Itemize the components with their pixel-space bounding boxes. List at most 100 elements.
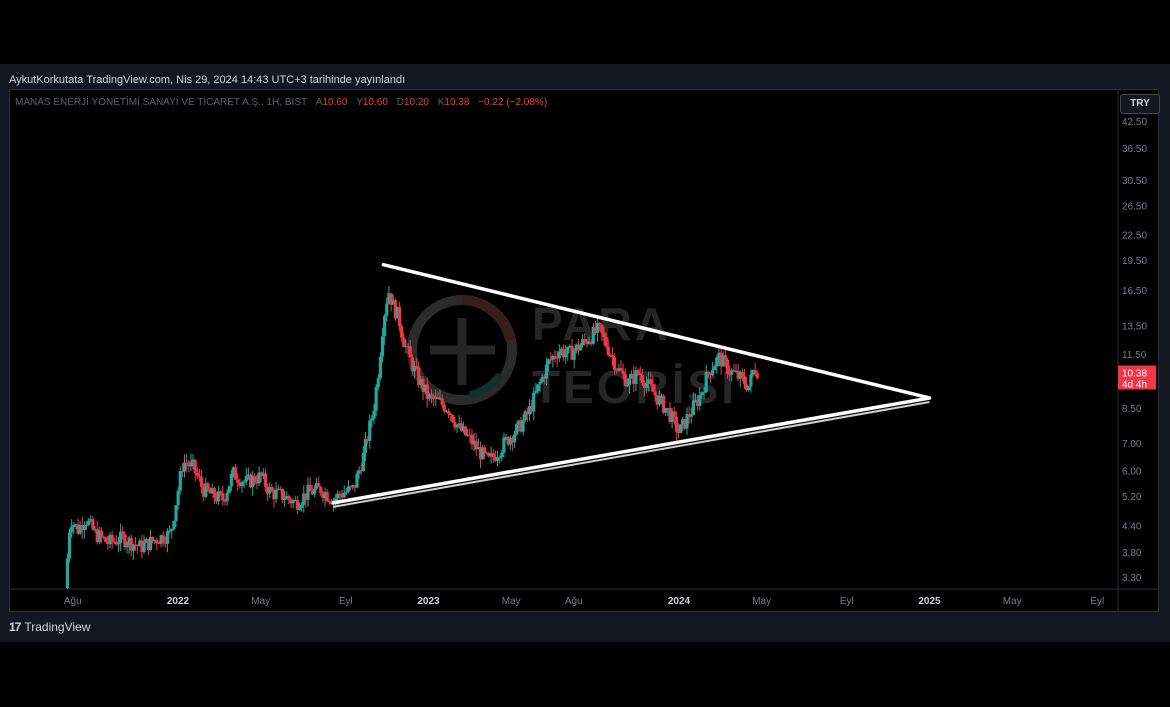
candle-down xyxy=(638,373,642,376)
candle-up xyxy=(300,504,304,508)
candle-up xyxy=(165,531,170,544)
time-tick-label: Eyl xyxy=(339,596,353,607)
candle-down xyxy=(553,355,557,358)
candle-down xyxy=(449,413,453,416)
symbol-name: MANAS ENERJİ YÖNETİMİ SANAYİ VE TİCARET … xyxy=(15,97,307,108)
candle-down xyxy=(221,493,225,501)
candle-down xyxy=(429,394,434,396)
time-axis[interactable]: Ağu 2022 May Eyl 2023 May Ağu 2024 May Eyl 2025 May… xyxy=(64,596,1104,607)
candle-down xyxy=(723,355,727,360)
candle-up xyxy=(176,490,180,506)
candle-down xyxy=(287,495,291,500)
candle-up xyxy=(168,530,172,532)
candle-up xyxy=(342,492,346,498)
candle-up xyxy=(515,424,519,435)
candle-down xyxy=(451,415,455,422)
candle-down xyxy=(613,356,617,370)
candle-up xyxy=(229,474,233,487)
price-tick-label: 26.50 xyxy=(1122,201,1147,212)
candle-up xyxy=(370,418,374,421)
candle-down xyxy=(193,459,197,473)
candle-up xyxy=(502,437,506,453)
candle-down xyxy=(219,491,223,494)
candle-down xyxy=(104,537,108,542)
candle-down xyxy=(234,467,238,480)
candle-up xyxy=(710,370,715,376)
price-tick-label: 11.50 xyxy=(1122,350,1147,361)
time-tick-label: Ağu xyxy=(565,596,583,607)
candle-down xyxy=(463,426,468,436)
candle-up xyxy=(312,488,316,495)
candle-down xyxy=(742,376,747,385)
candle-up xyxy=(749,374,753,387)
candle-up xyxy=(691,400,696,415)
candle-down xyxy=(621,370,625,374)
candle-up xyxy=(521,420,525,432)
candle-up xyxy=(297,507,302,510)
candle-down xyxy=(110,534,114,542)
symbol-legend: MANAS ENERJİ YÖNETİMİ SANAYİ VE TİCARET … xyxy=(15,97,547,108)
candle-up xyxy=(361,452,365,472)
candle-down xyxy=(263,473,268,487)
open-value: 10.60 xyxy=(322,97,348,108)
candle-up xyxy=(84,524,89,526)
candle-up xyxy=(65,558,70,589)
candle-up xyxy=(538,381,542,385)
watermark-arc-red xyxy=(461,295,515,342)
candle-up xyxy=(644,383,649,388)
candle-down xyxy=(91,519,95,530)
countdown-value: 4d 4h xyxy=(1122,380,1147,391)
candle-up xyxy=(116,543,121,545)
price-tick-label: 5.20 xyxy=(1122,492,1142,503)
tradingview-logo[interactable]: 17 TradingView xyxy=(9,620,90,634)
candle-down xyxy=(121,531,125,535)
currency-button[interactable]: TRY xyxy=(1120,94,1160,114)
candle-down xyxy=(606,346,610,355)
candle-down xyxy=(155,540,159,544)
candle-down xyxy=(348,486,353,488)
candle-up xyxy=(82,525,87,530)
candle-down xyxy=(442,404,446,412)
candle-down xyxy=(400,326,404,338)
candle-down xyxy=(491,453,495,458)
candle-down xyxy=(753,370,757,374)
price-tick-label: 16.50 xyxy=(1122,286,1147,297)
time-tick-label: Eyl xyxy=(840,596,854,607)
candle-up xyxy=(664,408,668,413)
candle-down xyxy=(317,483,321,487)
price-tick-label: 7.00 xyxy=(1122,439,1142,450)
candle-up xyxy=(385,303,389,316)
candle-up xyxy=(679,424,683,434)
price-axis[interactable]: 42.50 36.50 30.50 26.50 22.50 19.50 16.50 13.50… xyxy=(1122,117,1147,584)
price-tick-label: 8.50 xyxy=(1122,404,1142,415)
candle-down xyxy=(755,373,759,379)
change-value: −0.22 (−2.08%) xyxy=(478,97,548,108)
candle-up xyxy=(225,492,229,502)
high-value: 10.60 xyxy=(362,97,388,108)
candle-up xyxy=(334,498,338,501)
candle-down xyxy=(408,346,412,358)
time-tick-label: Ağu xyxy=(64,596,82,607)
candle-down xyxy=(99,530,104,537)
candle-down xyxy=(640,375,644,383)
candle-up xyxy=(368,420,372,442)
candle-up xyxy=(625,384,629,387)
candle-down xyxy=(636,370,640,374)
candle-down xyxy=(185,462,189,465)
time-tick-label: 2024 xyxy=(668,596,691,607)
candle-up xyxy=(376,378,380,387)
time-tick-label: 2023 xyxy=(417,596,440,607)
candle-down xyxy=(195,472,199,476)
candle-down xyxy=(199,477,204,487)
candle-down xyxy=(319,486,323,494)
candle-down xyxy=(280,488,285,500)
time-tick-label: 2022 xyxy=(167,596,190,607)
candle-down xyxy=(706,371,710,374)
candle-up xyxy=(498,457,502,459)
candle-down xyxy=(600,324,604,333)
candle-up xyxy=(532,392,536,412)
price-tick-label: 36.50 xyxy=(1122,144,1147,155)
candle-up xyxy=(557,351,561,359)
trendline-lower-shadow xyxy=(333,400,930,508)
candle-up xyxy=(455,424,459,428)
